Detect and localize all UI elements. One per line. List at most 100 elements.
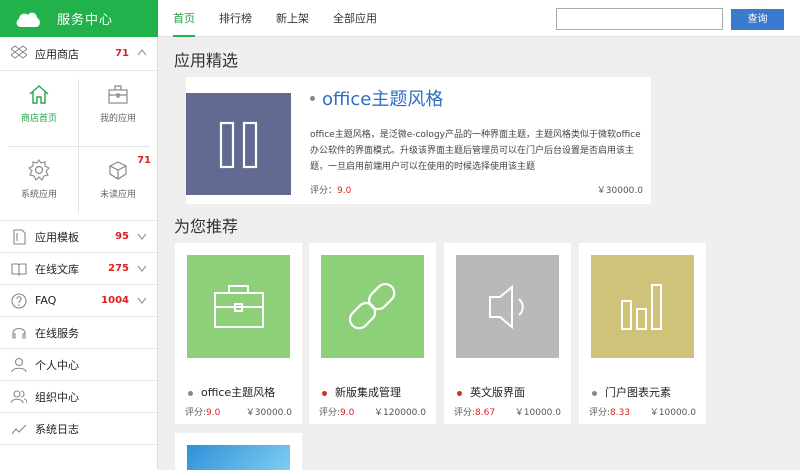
featured-description: office主题风格，是泛微e-cology产品的一种界面主题，主题风格类似于微… xyxy=(310,130,641,172)
app-thumbnail[interactable] xyxy=(456,255,559,358)
app-rating: 评分:9.0 xyxy=(185,405,220,418)
app-rating: 评分:8.33 xyxy=(589,405,630,418)
sidebar-item-faq[interactable]: FAQ 1004 xyxy=(0,285,157,317)
search-input[interactable] xyxy=(556,8,723,30)
home-icon xyxy=(29,85,49,104)
brand-title: 服务中心 xyxy=(57,13,114,28)
sidebar-item-system-log[interactable]: 系统日志 xyxy=(0,413,157,445)
app-thumbnail[interactable] xyxy=(187,445,290,470)
rating-label: 评分: xyxy=(589,408,611,418)
sidebar-item-personal-center[interactable]: 个人中心 xyxy=(0,349,157,381)
app-card[interactable]: 英文版界面 评分:8.67 ￥10000.0 xyxy=(444,243,571,424)
question-icon xyxy=(11,293,27,309)
bullet-dot xyxy=(592,391,597,396)
sidebar-item-online-library[interactable]: 在线文库 275 xyxy=(0,253,157,285)
count-badge: 1004 xyxy=(101,295,129,306)
app-card[interactable] xyxy=(175,433,302,470)
featured-section-title: 应用精选 xyxy=(174,51,239,70)
bar-chart-icon xyxy=(621,284,662,330)
featured-card[interactable]: office主题风格 office主题风格，是泛微e-cology产品的一种界面… xyxy=(186,77,651,204)
grid-item-unread-apps[interactable]: 71 未读应用 xyxy=(79,147,157,222)
app-title[interactable]: 新版集成管理 xyxy=(335,384,401,400)
box-icon xyxy=(108,161,128,180)
app-price: ￥120000.0 xyxy=(374,408,426,418)
chevron-up-icon[interactable] xyxy=(137,48,147,56)
cloud-icon xyxy=(16,12,40,27)
grid-item-store-home[interactable]: 商店首页 xyxy=(0,71,78,146)
main-nav: 首页 排行榜 新上架 全部应用 xyxy=(173,0,401,37)
count-badge: 71 xyxy=(137,155,151,166)
sidebar-item-label: 在线服务 xyxy=(35,326,79,340)
tab-home[interactable]: 首页 xyxy=(173,0,195,37)
rating-value: 8.67 xyxy=(475,408,496,418)
org-icon xyxy=(11,390,27,404)
recommend-section-title: 为您推荐 xyxy=(174,217,239,236)
chart-line-icon xyxy=(11,424,27,435)
app-title[interactable]: office主题风格 xyxy=(201,384,275,400)
featured-price: ￥30000.0 xyxy=(596,186,643,196)
chevron-down-icon[interactable] xyxy=(137,232,147,240)
tab-new[interactable]: 新上架 xyxy=(276,0,309,37)
sidebar: 应用商店 71 商店首页 我的应用 系统应用 71 未读应用 应用模板 95 在… xyxy=(0,37,158,470)
search-button[interactable]: 查询 xyxy=(731,9,784,30)
sidebar-item-org-center[interactable]: 组织中心 xyxy=(0,381,157,413)
dropbox-icon xyxy=(11,45,27,59)
app-price: ￥30000.0 xyxy=(245,408,292,418)
rating-value: 9.0 xyxy=(340,408,355,418)
featured-rating: 评分：9.0 xyxy=(310,183,351,196)
main-content: 应用精选 office主题风格 office主题风格，是泛微e-cology产品… xyxy=(158,37,800,470)
tab-ranking[interactable]: 排行榜 xyxy=(219,0,252,37)
sidebar-item-label: 应用商店 xyxy=(35,47,79,61)
app-title[interactable]: 英文版界面 xyxy=(470,384,525,400)
grid-item-label: 未读应用 xyxy=(99,190,136,200)
rating-label: 评分: xyxy=(454,408,476,418)
app-rating: 评分:8.67 xyxy=(454,405,495,418)
app-card[interactable]: office主题风格 评分:9.0 ￥30000.0 xyxy=(175,243,302,424)
count-badge: 71 xyxy=(115,48,129,59)
app-thumbnail[interactable] xyxy=(321,255,424,358)
rating-label: 评分: xyxy=(185,408,207,418)
count-badge: 95 xyxy=(115,231,129,242)
tab-all-apps[interactable]: 全部应用 xyxy=(333,0,377,37)
bullet-dot xyxy=(322,391,327,396)
briefcase-icon xyxy=(214,285,264,328)
rating-value: 8.33 xyxy=(610,408,631,418)
top-bar: 服务中心 首页 排行榜 新上架 全部应用 查询 xyxy=(0,0,800,37)
grid-item-label: 商店首页 xyxy=(20,114,57,124)
gear-icon xyxy=(28,159,50,181)
app-card[interactable]: 门户图表元素 评分:8.33 ￥10000.0 xyxy=(579,243,706,424)
rating-value: 9.0 xyxy=(337,186,352,196)
chevron-down-icon[interactable] xyxy=(137,296,147,304)
bullet-dot xyxy=(310,96,315,101)
app-card[interactable]: 新版集成管理 评分:9.0 ￥120000.0 xyxy=(309,243,436,424)
sidebar-item-label: FAQ xyxy=(35,294,57,307)
sidebar-item-online-service[interactable]: 在线服务 xyxy=(0,317,157,349)
grid-item-system-apps[interactable]: 系统应用 xyxy=(0,147,78,222)
app-store-grid: 商店首页 我的应用 系统应用 71 未读应用 xyxy=(0,71,157,221)
link-icon xyxy=(348,282,396,330)
sidebar-item-app-store[interactable]: 应用商店 71 xyxy=(0,37,157,71)
pause-icon xyxy=(219,121,258,169)
featured-thumbnail[interactable] xyxy=(186,93,291,195)
sidebar-item-label: 应用模板 xyxy=(35,230,79,244)
rating-label: 评分: xyxy=(319,408,341,418)
app-thumbnail[interactable] xyxy=(187,255,290,358)
rating-label: 评分： xyxy=(310,186,338,196)
brand[interactable]: 服务中心 xyxy=(0,0,158,37)
toolbox-icon xyxy=(108,85,128,104)
app-price: ￥10000.0 xyxy=(649,408,696,418)
featured-title[interactable]: office主题风格 xyxy=(322,85,443,111)
app-thumbnail[interactable] xyxy=(591,255,694,358)
app-price: ￥10000.0 xyxy=(514,408,561,418)
speaker-icon xyxy=(489,284,524,330)
sidebar-item-label: 组织中心 xyxy=(35,390,79,404)
book-icon xyxy=(11,263,27,276)
chevron-down-icon[interactable] xyxy=(137,264,147,272)
app-rating: 评分:9.0 xyxy=(319,405,354,418)
sidebar-item-app-templates[interactable]: 应用模板 95 xyxy=(0,221,157,253)
sidebar-item-label: 系统日志 xyxy=(35,422,79,436)
app-title[interactable]: 门户图表元素 xyxy=(605,384,671,400)
bullet-dot xyxy=(188,391,193,396)
grid-item-label: 系统应用 xyxy=(20,190,57,200)
grid-item-my-apps[interactable]: 我的应用 xyxy=(79,71,157,146)
